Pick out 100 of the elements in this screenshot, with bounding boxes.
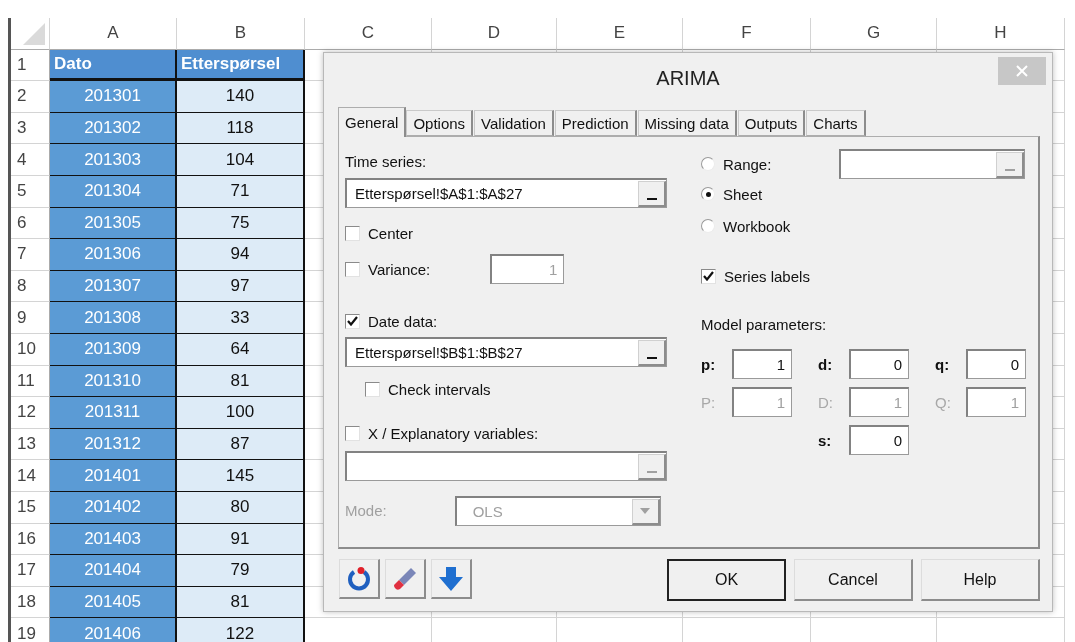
date-data-field[interactable]: Etterspørsel!$B$1:$B$27 (345, 337, 667, 367)
refresh-icon (346, 565, 372, 592)
browse-button[interactable] (638, 180, 666, 207)
parameter-label: q: (935, 355, 951, 373)
table-cell: 122 (177, 618, 305, 642)
dialog-button[interactable]: Help (921, 559, 1040, 601)
table-cell: 145 (177, 460, 305, 492)
table-cell: 64 (177, 333, 305, 366)
tab[interactable]: Outputs (737, 110, 806, 136)
date-data-checkbox[interactable]: Date data: (345, 312, 438, 330)
radio-label: Range: (723, 155, 772, 173)
field-label: Time series: (345, 152, 428, 172)
checkbox[interactable] (345, 225, 360, 241)
tab[interactable]: Charts (806, 110, 866, 136)
header-cell: Etterspørsel (177, 49, 305, 82)
tab[interactable]: Prediction (554, 110, 637, 136)
variance-checkbox[interactable]: Variance: (345, 260, 431, 278)
table-cell: 201406 (50, 618, 177, 642)
dialog-button[interactable]: Cancel (794, 559, 913, 601)
table-cell: 94 (177, 239, 305, 271)
parameter-label: D: (818, 393, 834, 411)
table-cell: 201312 (50, 428, 177, 461)
checkbox[interactable] (345, 313, 360, 329)
table-cell: 75 (177, 207, 305, 240)
tab[interactable]: Validation (474, 110, 554, 136)
table-cell: 201403 (50, 523, 177, 556)
check-intervals-checkbox[interactable]: Check intervals (365, 380, 491, 398)
parameter-label: s: (818, 431, 833, 449)
parameter-label: d: (818, 355, 834, 373)
checkbox-label: Check intervals (388, 380, 491, 398)
checkbox-label: Center (368, 224, 414, 242)
parameter-field[interactable]: 1 (732, 349, 792, 379)
parameter-field[interactable]: 0 (849, 349, 909, 379)
table-cell: 201305 (50, 207, 177, 240)
radio-option[interactable]: Range: (701, 155, 772, 173)
table-cell: 201405 (50, 586, 177, 619)
table-cell: 118 (177, 112, 305, 145)
table-cell: 79 (177, 555, 305, 587)
radio-button[interactable] (701, 157, 715, 171)
center-checkbox[interactable]: Center (345, 224, 414, 242)
checkbox-label: Date data: (368, 312, 438, 330)
explanatory-field[interactable] (345, 451, 667, 481)
table-cell: 201402 (50, 491, 177, 524)
corner-triangle-icon (23, 22, 45, 45)
tab[interactable]: Missing data (637, 110, 737, 136)
radio-label: Sheet (723, 185, 763, 203)
parameter-field[interactable]: 0 (849, 425, 909, 455)
parameter-label: Q: (935, 393, 952, 411)
download-button[interactable] (431, 559, 472, 599)
table-cell: 201303 (50, 144, 177, 176)
eraser-icon (392, 565, 418, 592)
tab[interactable]: Options (406, 110, 474, 136)
checkbox[interactable] (701, 268, 716, 284)
checkbox[interactable] (345, 425, 360, 441)
section-label: Model parameters: (701, 315, 828, 335)
table-cell: 201309 (50, 333, 177, 366)
table-cell: 201401 (50, 460, 177, 492)
table-cell: 71 (177, 175, 305, 208)
checkbox-label: Variance: (368, 260, 431, 278)
close-icon (1016, 65, 1028, 77)
table-cell: 201301 (50, 81, 177, 113)
radio-button[interactable] (701, 219, 715, 233)
checkbox[interactable] (365, 381, 380, 397)
checkbox-label: Series labels (724, 267, 810, 285)
eraser-button[interactable] (385, 559, 426, 599)
dialog-title: ARIMA (656, 66, 720, 90)
radio-option[interactable]: Sheet (701, 185, 763, 203)
checkbox[interactable] (345, 261, 360, 277)
table-cell: 81 (177, 586, 305, 619)
reset-button[interactable] (339, 559, 380, 599)
table-cell: 201404 (50, 555, 177, 587)
header-cell: Dato (50, 49, 177, 82)
tab[interactable]: General (338, 107, 407, 137)
parameter-label: p: (701, 355, 717, 373)
radio-button[interactable] (701, 187, 715, 201)
table-cell: 201302 (50, 112, 177, 145)
table-cell: 201307 (50, 270, 177, 303)
table-cell: 201306 (50, 239, 177, 271)
table-cell: 201304 (50, 175, 177, 208)
time-series-field[interactable]: Etterspørsel!$A$1:$A$27 (345, 178, 667, 208)
radio-option[interactable]: Workbook (701, 217, 791, 235)
dialog-button[interactable]: OK (667, 559, 786, 601)
radio-label: Workbook (723, 217, 791, 235)
table-cell: 201310 (50, 365, 177, 398)
table-cell: 33 (177, 302, 305, 334)
caret-icon (640, 508, 651, 514)
range-field[interactable] (839, 149, 1026, 179)
mode-label: Mode: (345, 501, 387, 521)
table-cell: 201311 (50, 397, 177, 429)
table-cell: 201308 (50, 302, 177, 334)
parameter-label: P: (701, 393, 717, 411)
table-cell: 81 (177, 365, 305, 398)
table-cell: 97 (177, 270, 305, 303)
table-cell: 87 (177, 428, 305, 461)
table-cell: 80 (177, 491, 305, 524)
table-cell: 91 (177, 523, 305, 556)
table-cell: 140 (177, 81, 305, 113)
browse-button[interactable] (638, 339, 666, 366)
parameter-field[interactable]: 0 (966, 349, 1026, 379)
series-labels-checkbox[interactable]: Series labels (701, 267, 810, 285)
